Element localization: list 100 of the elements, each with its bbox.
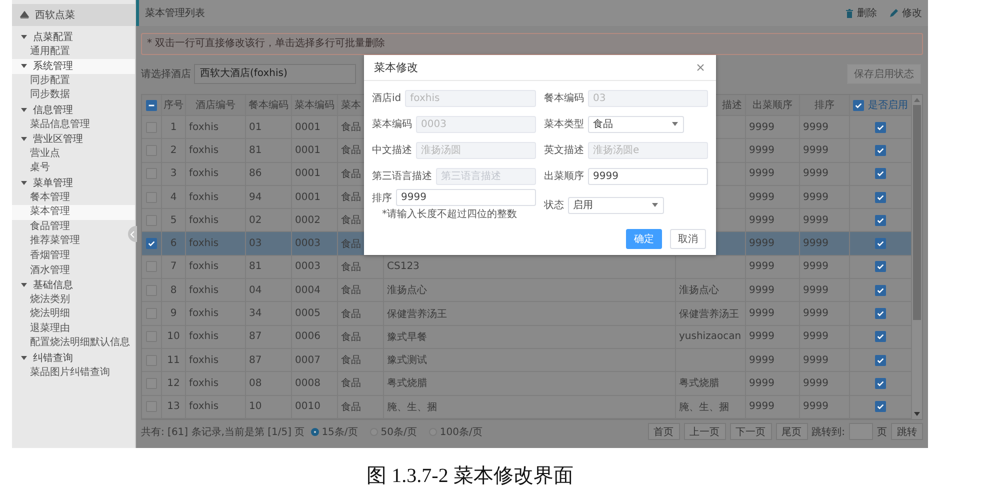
table-cell-text: 保健营养汤王 (387, 308, 447, 321)
table-cell: foxhis (189, 284, 219, 296)
table-cell: 34 (249, 308, 262, 320)
table-cell: 0003 (295, 261, 320, 272)
table-cell: foxhis (189, 122, 219, 133)
jump-label: 跳转到: (812, 426, 845, 439)
table-cell: 01 (249, 122, 262, 133)
table-cell: 1 (170, 122, 177, 133)
table-cell: 8 (170, 284, 177, 296)
table-cell: 02 (249, 214, 262, 226)
page-unit-label: 页 (877, 426, 887, 439)
field-hint: *请输入长度不超过四位的整数 (381, 208, 518, 221)
table-cell: foxhis (189, 331, 219, 342)
table-cell: 10 (167, 331, 180, 342)
table-cell-text: 食品 (341, 214, 361, 228)
table-cell: 4 (170, 192, 177, 203)
table-cell: 6 (170, 238, 177, 250)
table-cell-text: 淮扬点心 (679, 284, 719, 298)
table-cell-text: 食品 (341, 238, 361, 251)
table-cell: 9999 (803, 378, 828, 389)
table-cell-text: 食品 (341, 144, 361, 158)
table-cell-text: 豫式早餐 (387, 330, 427, 344)
table-cell: 81 (249, 144, 262, 156)
table-cell-text: 食品 (341, 168, 361, 181)
table-cell-text: 粤式烧腊 (679, 376, 719, 390)
table-cell: 81 (249, 261, 262, 272)
table-cell-text: 食品 (341, 121, 361, 134)
table-cell: 9999 (803, 122, 828, 133)
table-cell-text: 食品 (341, 260, 361, 274)
table-cell: 9999 (749, 214, 774, 226)
field-label: 餐本编码 (544, 92, 584, 105)
column-header: 排序 (814, 98, 834, 112)
column-header: 菜本 (341, 98, 361, 112)
table-cell: foxhis (189, 238, 219, 250)
table-cell: foxhis (189, 308, 219, 320)
table-cell: foxhis (189, 168, 219, 180)
column-header: 序号 (164, 98, 184, 112)
table-cell: 86 (249, 168, 262, 180)
table-cell-text: 食品 (341, 308, 361, 321)
table-cell: 87 (249, 354, 262, 366)
field-label: 菜本类型 (544, 118, 584, 131)
column-header: 酒店编号 (196, 98, 236, 112)
table-cell-text: 食品 (341, 191, 361, 204)
table-cell: 9999 (803, 308, 828, 320)
column-header: 描述 (722, 98, 742, 112)
table-cell: 9999 (803, 192, 828, 203)
table-cell: 9999 (803, 144, 828, 156)
table-cell: 13 (167, 401, 180, 412)
table-cell: 9999 (749, 378, 774, 389)
table-cell: 0001 (295, 144, 320, 156)
page-title: 菜本管理列表 (145, 6, 205, 20)
table-cell: 9999 (749, 284, 774, 296)
table-cell: foxhis (189, 378, 219, 389)
table-cell: 9999 (749, 261, 774, 272)
table-cell-text: 粤式烧腊 (387, 376, 427, 390)
column-header: 菜本编码 (294, 98, 334, 112)
column-header: 餐本编码 (248, 98, 288, 112)
table-cell: 2 (170, 144, 177, 156)
hotel-label: 请选择酒店 (141, 68, 191, 81)
table-cell: 9999 (749, 331, 774, 342)
table-cell-text: 食品 (341, 284, 361, 298)
table-cell: foxhis (189, 261, 219, 272)
field-label: 中文描述 (372, 144, 412, 157)
table-cell-text: 食品 (341, 354, 361, 368)
table-cell: foxhis (189, 354, 219, 366)
field-label: 酒店id (372, 92, 402, 105)
table-cell: foxhis (189, 192, 219, 203)
record-summary: 共有: [61] 条记录,当前是第 [1/5] 页 (141, 426, 305, 439)
table-cell: 12 (167, 378, 180, 389)
table-cell-text: 食品 (341, 330, 361, 344)
table-cell: 9999 (749, 238, 774, 250)
table-cell: yushizaocan (679, 331, 742, 342)
sidebar-title: 西软点菜 (35, 8, 75, 22)
table-cell: 0010 (295, 401, 320, 412)
field-label: 英文描述 (544, 144, 584, 157)
field-label: 菜本编码 (372, 118, 412, 131)
table-cell: 9999 (749, 122, 774, 133)
table-cell: 9999 (749, 401, 774, 412)
table-cell: 7 (170, 261, 177, 272)
column-header: 出菜顺序 (752, 98, 792, 112)
field-label: 出菜顺序 (544, 170, 584, 183)
field-label: 排序 (372, 192, 392, 204)
table-cell: 9999 (803, 284, 828, 296)
table-cell: 0001 (295, 168, 320, 180)
table-cell: CS123 (387, 261, 420, 272)
table-cell: 9999 (803, 238, 828, 250)
table-cell-text: 豫式测试 (387, 354, 427, 368)
table-cell-text: 腌、生、捆 (387, 400, 437, 414)
table-cell: 9999 (803, 168, 828, 180)
figure-caption: 图 1.3.7-2 菜本修改界面 (366, 464, 574, 489)
table-cell: 9999 (749, 354, 774, 366)
table-cell-text: 淮扬点心 (387, 284, 427, 298)
table-cell-text: 保健营养汤王 (679, 308, 739, 321)
table-cell-text: 腌、生、捆 (679, 400, 729, 414)
table-cell: 9999 (749, 144, 774, 156)
table-cell: 0007 (295, 354, 320, 366)
table-cell-text: 食品 (341, 377, 361, 390)
table-cell: 08 (249, 378, 262, 389)
table-cell: foxhis (189, 401, 219, 412)
table-cell: 0006 (295, 331, 320, 342)
